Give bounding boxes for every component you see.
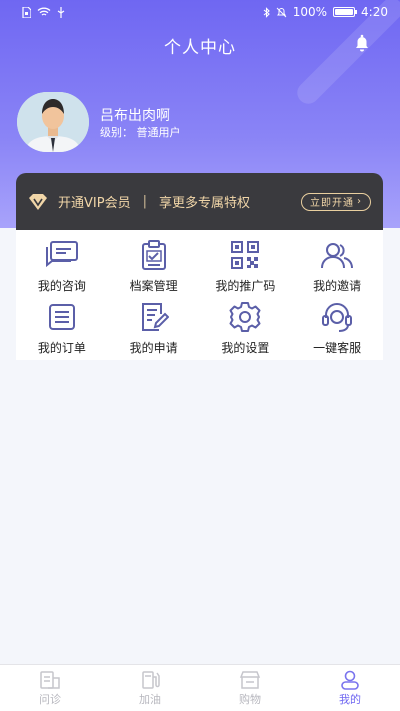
edit-document-icon [137, 300, 171, 334]
chat-icon [45, 238, 79, 272]
vip-separator: | [142, 194, 147, 209]
consult-icon [40, 670, 60, 689]
menu-item-records[interactable]: 档案管理 [108, 238, 200, 300]
chevron-right-icon: › [357, 196, 362, 207]
menu-label-settings: 我的设置 [221, 341, 270, 355]
qrcode-icon [228, 238, 262, 272]
tab-consult[interactable]: 问诊 [0, 665, 100, 711]
tab-shop[interactable]: 购物 [200, 665, 300, 711]
tab-label-profile: 我的 [339, 692, 361, 706]
battery-percent: 100% [292, 5, 328, 19]
menu-label-orders: 我的订单 [37, 341, 86, 355]
shop-icon [239, 670, 261, 689]
status-time: 4:20 [361, 5, 388, 19]
function-menu: 我的咨询 档案管理 我的推广码 我的邀请 我的订单 我的申请 我的设置 一键客服 [16, 230, 383, 360]
bottom-tab-bar: 问诊 加油 购物 我的 [0, 664, 400, 711]
users-icon [320, 238, 354, 272]
vip-diamond-icon [29, 193, 47, 210]
vip-banner[interactable]: 开通VIP会员 | 享更多专属特权 立即开通 › [16, 173, 383, 230]
profile-icon [341, 670, 359, 690]
vip-open-button[interactable]: 立即开通 › [301, 192, 371, 211]
wifi-icon [37, 7, 51, 16]
order-list-icon [45, 300, 79, 334]
tab-profile[interactable]: 我的 [300, 665, 400, 711]
vip-subtitle: 享更多专属特权 [158, 196, 250, 211]
menu-item-orders[interactable]: 我的订单 [16, 300, 108, 362]
sim-card-icon [22, 6, 31, 18]
menu-label-consult: 我的咨询 [37, 279, 86, 293]
menu-item-customer-service[interactable]: 一键客服 [291, 300, 383, 362]
menu-item-settings[interactable]: 我的设置 [200, 300, 292, 362]
user-name: 吕布出肉啊 [100, 108, 170, 124]
tab-label-fuel: 加油 [139, 692, 161, 706]
bluetooth-icon [263, 6, 270, 18]
status-right: 100% 4:20 [263, 5, 388, 19]
fuel-icon [142, 670, 160, 689]
clipboard-check-icon [137, 238, 171, 272]
battery-icon [333, 7, 358, 17]
menu-label-applications: 我的申请 [129, 341, 178, 355]
menu-item-invite[interactable]: 我的邀请 [291, 238, 383, 300]
vip-open-button-label: 立即开通 [310, 198, 354, 209]
menu-label-records: 档案管理 [129, 279, 178, 293]
page-title: 个人中心 [164, 38, 236, 58]
gear-icon [228, 300, 262, 334]
menu-label-customer-service: 一键客服 [313, 341, 362, 355]
notification-bell-icon[interactable] [352, 33, 372, 53]
status-left [22, 6, 65, 18]
usb-icon [57, 6, 65, 18]
user-level: 级别： 普通用户 [100, 126, 181, 139]
tab-fuel[interactable]: 加油 [100, 665, 200, 711]
avatar-image [17, 92, 89, 152]
avatar[interactable] [17, 92, 89, 152]
status-bar: 100% 4:20 [0, 0, 400, 24]
tab-label-shop: 购物 [239, 692, 261, 706]
vip-title: 开通VIP会员 [58, 196, 131, 211]
menu-item-applications[interactable]: 我的申请 [108, 300, 200, 362]
menu-item-consult[interactable]: 我的咨询 [16, 238, 108, 300]
menu-label-promo-code: 我的推广码 [215, 279, 276, 293]
menu-label-invite: 我的邀请 [313, 279, 362, 293]
menu-item-promo-code[interactable]: 我的推广码 [200, 238, 292, 300]
headset-icon [320, 300, 354, 334]
mute-bell-icon [276, 7, 287, 17]
tab-label-consult: 问诊 [39, 692, 61, 706]
